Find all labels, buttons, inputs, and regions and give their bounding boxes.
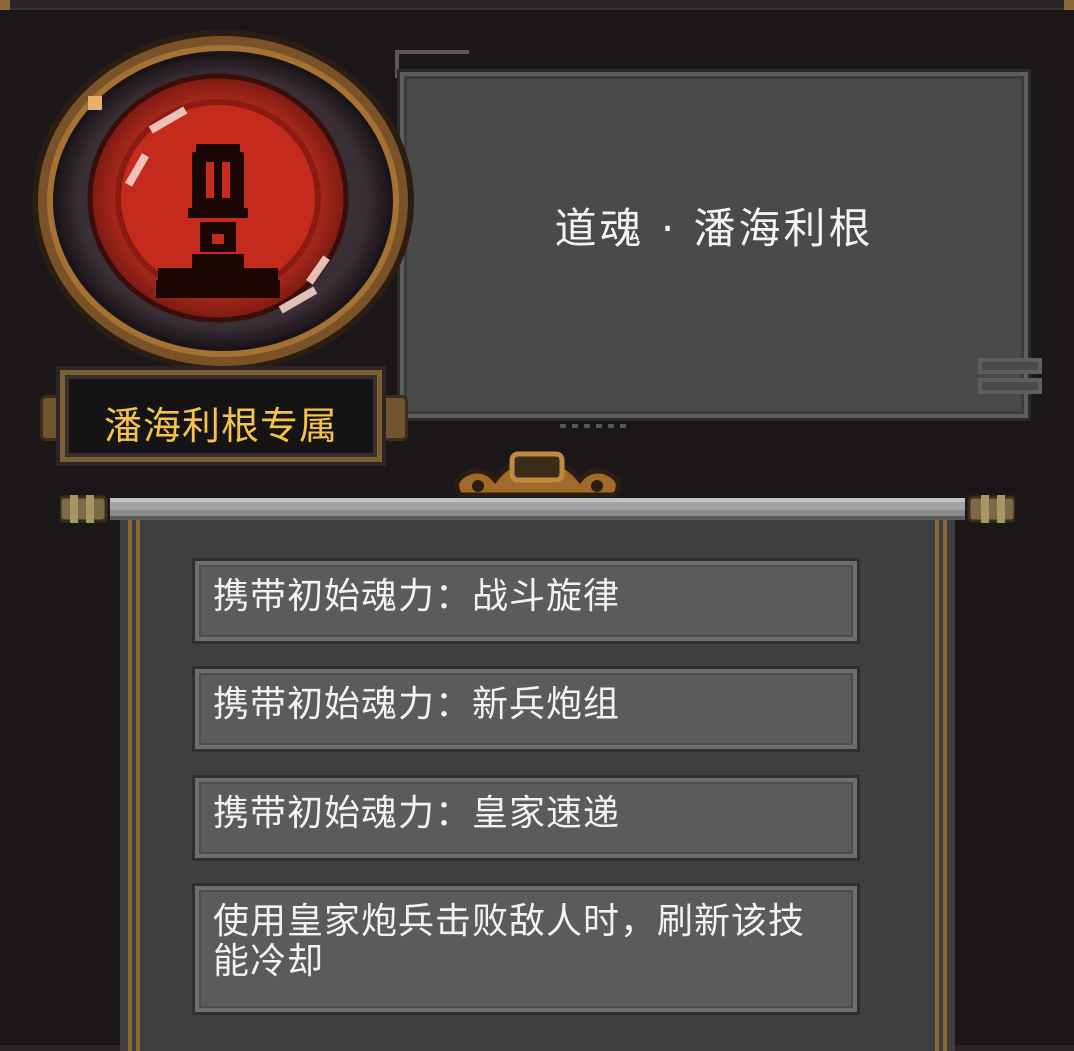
exclusive-label-text: 潘海利根专属	[103, 404, 338, 448]
soul-name-title: 道魂 · 潘海利根	[554, 204, 874, 253]
frame-corner	[1064, 0, 1074, 10]
scroll-ornament	[454, 451, 621, 498]
ability-entry: 使用皇家炮兵击败敌人时，刷新该技能冷却	[195, 886, 857, 1012]
ability-entry: 携带初始魂力：新兵炮组	[195, 669, 857, 749]
banner-dash-decoration	[560, 424, 630, 428]
ability-entry: 携带初始魂力：皇家速递	[195, 778, 857, 858]
soul-portrait-medallion[interactable]	[28, 26, 418, 376]
top-frame-border	[0, 0, 1074, 10]
frame-corner	[0, 0, 10, 10]
ability-entry: 携带初始魂力：战斗旋律	[195, 561, 857, 641]
exclusive-label: 潘海利根专属	[60, 370, 382, 462]
label-knob-right	[380, 395, 408, 441]
banner-curl-decoration	[978, 358, 1042, 394]
